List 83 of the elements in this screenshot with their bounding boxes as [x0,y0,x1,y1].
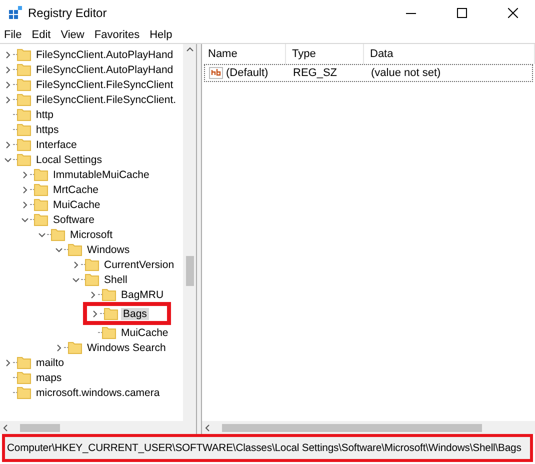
chevron-down-icon[interactable] [4,156,12,164]
folder-icon [68,341,82,354]
folder-icon [102,288,116,301]
folder-icon [17,356,31,369]
column-header[interactable]: Type [286,44,364,64]
tree-item[interactable]: FileSyncClient.FileSyncClient. [34,94,178,106]
tree-item[interactable]: BagMRU [119,288,166,300]
tree-item[interactable]: Local Settings [34,154,104,166]
tree-item[interactable]: MuiCache [51,198,102,210]
horizontal-scrollbar[interactable] [0,421,196,434]
folder-icon [104,307,118,320]
vertical-scrollbar[interactable] [183,44,196,421]
folder-icon [17,93,31,106]
folder-icon [34,183,48,196]
folder-icon [17,63,31,76]
folder-icon [68,243,82,256]
string-value-icon [209,67,223,79]
tree-item[interactable]: https [34,124,61,136]
tree-item[interactable]: microsoft.windows.camera [34,386,162,398]
folder-icon [17,371,31,384]
horizontal-scrollbar[interactable] [202,421,535,434]
scrollbar-thumb[interactable] [222,424,482,432]
folder-icon [34,213,48,226]
tree-item[interactable]: FileSyncClient.AutoPlayHand [34,64,176,76]
chevron-right-icon[interactable] [4,358,12,366]
tree-item[interactable]: http [34,108,56,120]
tree-item[interactable]: FileSyncClient.FileSyncClient [34,78,176,90]
table-cell-text: REG_SZ [292,67,338,79]
chevron-right-icon[interactable] [72,260,80,268]
folder-icon [85,273,99,286]
chevron-down-icon[interactable] [21,216,29,224]
folder-icon [17,78,31,91]
column-header[interactable]: Name [202,44,286,64]
folder-icon [51,228,65,241]
chevron-down-icon[interactable] [38,230,46,238]
menu-item[interactable]: View [60,28,84,40]
folder-icon [17,138,31,151]
chevron-right-icon[interactable] [91,310,99,318]
value-row[interactable]: (Default) REG_SZ (value not set) [204,64,533,82]
chevron-right-icon[interactable] [55,344,63,352]
folder-icon [17,153,31,166]
table-cell: (Default) [205,67,289,79]
tree-item[interactable]: MuiCache [119,326,170,338]
close-icon [508,8,518,18]
folder-icon [17,48,31,61]
folder-icon [17,386,31,399]
scrollbar-thumb[interactable] [20,424,60,432]
scrollbar-thumb[interactable] [186,256,194,286]
tree-item[interactable]: ImmutableMuiCache [51,168,152,180]
tree-item[interactable]: mailto [34,356,66,368]
tree-item[interactable]: Windows [85,244,132,256]
menu-item[interactable]: Favorites [94,28,140,40]
folder-icon [102,326,116,339]
column-header[interactable]: Data [364,44,535,64]
tree-item[interactable]: Windows Search [85,342,168,354]
tree-item[interactable]: MrtCache [51,184,101,196]
status-path: Computer\HKEY_CURRENT_USER\SOFTWARE\Classes\Local Settings\Software\Microsoft\Windows\Shell\Bags [7,442,522,454]
table-cell-text: (value not set) [370,67,442,79]
tree-item[interactable]: Bags [121,308,149,320]
scroll-left-icon[interactable] [2,424,10,432]
menu-item[interactable]: File [4,28,22,40]
tree-item[interactable]: Microsoft [68,228,115,240]
chevron-down-icon[interactable] [55,246,63,254]
folder-icon [85,258,99,271]
chevron-right-icon[interactable] [89,290,97,298]
maximize-icon [456,8,466,18]
window-title: Registry Editor [28,6,108,20]
chevron-right-icon[interactable] [4,140,12,148]
registry-icon [8,6,22,20]
folder-icon [34,168,48,181]
tree-item[interactable]: Software [51,214,96,226]
folder-icon [17,108,31,121]
tree-item[interactable]: FileSyncClient.AutoPlayHand [34,48,176,60]
tree-item[interactable]: maps [34,372,64,384]
tree-item[interactable]: Shell [102,274,130,286]
folder-icon [34,198,48,211]
menu-item[interactable]: Edit [32,28,51,40]
menu-item[interactable]: Help [150,28,172,40]
chevron-down-icon[interactable] [72,276,80,284]
tree-item[interactable]: CurrentVersion [102,258,176,270]
tree-item[interactable]: Interface [34,138,79,150]
scroll-left-icon[interactable] [204,424,212,432]
folder-icon [17,123,31,136]
